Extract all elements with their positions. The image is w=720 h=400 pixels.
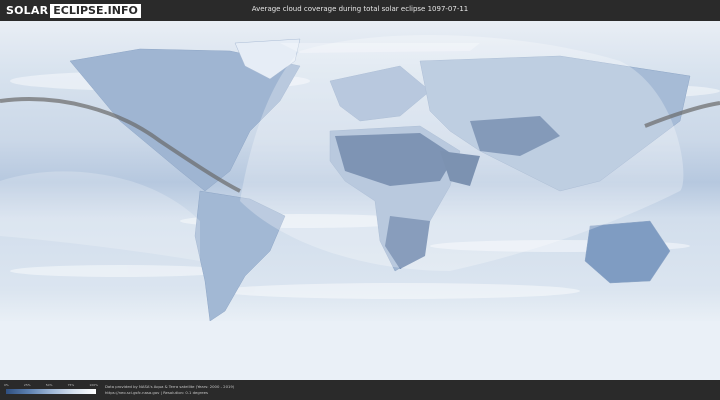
- header-bar: SOLAR ECLIPSE.INFO Average cloud coverag…: [0, 0, 720, 21]
- scale-tick: 50%: [45, 383, 53, 387]
- scale-tick: 75%: [67, 383, 75, 387]
- data-credit: Data provided by NASA's Aqua & Terra sat…: [105, 384, 234, 396]
- scale-ticks: 0% 25% 50% 75% 100%: [4, 383, 98, 387]
- cloud-coverage-map: [0, 21, 720, 380]
- scale-tick: 100%: [89, 383, 98, 387]
- page-title: Average cloud coverage during total sola…: [251, 5, 469, 13]
- scale-tick: 0%: [4, 383, 9, 387]
- footer-bar: 0% 25% 50% 75% 100% Data provided by NAS…: [0, 380, 720, 400]
- antarctica: [0, 321, 720, 380]
- credit-line-2[interactable]: https://neo.sci.gsfc.nasa.gov | Resoluti…: [105, 390, 234, 396]
- scale-tick: 25%: [23, 383, 31, 387]
- cloud-coverage-color-scale: [6, 389, 96, 394]
